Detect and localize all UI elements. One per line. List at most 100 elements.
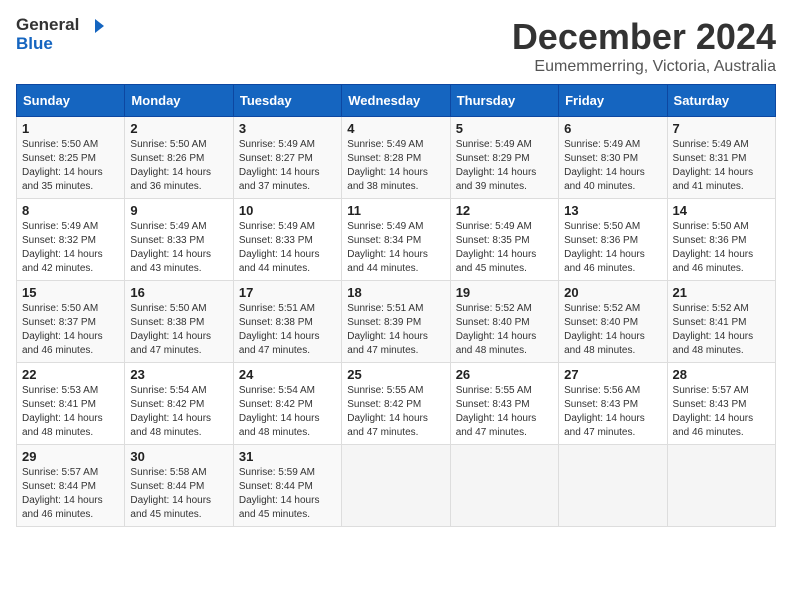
day-number: 26 (456, 367, 553, 382)
day-number: 23 (130, 367, 227, 382)
day-number: 2 (130, 121, 227, 136)
day-detail: Sunrise: 5:49 AM Sunset: 8:35 PM Dayligh… (456, 220, 553, 276)
logo-bird-icon (86, 17, 104, 35)
day-number: 17 (239, 285, 336, 300)
day-detail: Sunrise: 5:49 AM Sunset: 8:33 PM Dayligh… (130, 220, 227, 276)
day-cell-20: 20 Sunrise: 5:52 AM Sunset: 8:40 PM Dayl… (559, 281, 667, 363)
calendar-week-row: 15 Sunrise: 5:50 AM Sunset: 8:37 PM Dayl… (17, 281, 776, 363)
day-cell-27: 27 Sunrise: 5:56 AM Sunset: 8:43 PM Dayl… (559, 363, 667, 445)
day-cell-25: 25 Sunrise: 5:55 AM Sunset: 8:42 PM Dayl… (342, 363, 450, 445)
day-number: 3 (239, 121, 336, 136)
day-detail: Sunrise: 5:55 AM Sunset: 8:42 PM Dayligh… (347, 384, 444, 440)
day-cell-24: 24 Sunrise: 5:54 AM Sunset: 8:42 PM Dayl… (233, 363, 341, 445)
day-number: 7 (673, 121, 770, 136)
day-number: 13 (564, 203, 661, 218)
day-cell-5: 5 Sunrise: 5:49 AM Sunset: 8:29 PM Dayli… (450, 117, 558, 199)
day-number: 10 (239, 203, 336, 218)
day-cell-9: 9 Sunrise: 5:49 AM Sunset: 8:33 PM Dayli… (125, 199, 233, 281)
header-monday: Monday (125, 85, 233, 117)
day-cell-19: 19 Sunrise: 5:52 AM Sunset: 8:40 PM Dayl… (450, 281, 558, 363)
calendar-week-row: 22 Sunrise: 5:53 AM Sunset: 8:41 PM Dayl… (17, 363, 776, 445)
day-detail: Sunrise: 5:59 AM Sunset: 8:44 PM Dayligh… (239, 466, 336, 522)
day-number: 22 (22, 367, 119, 382)
day-detail: Sunrise: 5:49 AM Sunset: 8:29 PM Dayligh… (456, 138, 553, 194)
header-sunday: Sunday (17, 85, 125, 117)
day-number: 16 (130, 285, 227, 300)
day-cell-21: 21 Sunrise: 5:52 AM Sunset: 8:41 PM Dayl… (667, 281, 775, 363)
logo-wordmark: General Blue (16, 16, 104, 53)
day-number: 20 (564, 285, 661, 300)
empty-cell (450, 445, 558, 527)
day-cell-10: 10 Sunrise: 5:49 AM Sunset: 8:33 PM Dayl… (233, 199, 341, 281)
day-number: 6 (564, 121, 661, 136)
logo[interactable]: General Blue (16, 16, 104, 53)
day-detail: Sunrise: 5:56 AM Sunset: 8:43 PM Dayligh… (564, 384, 661, 440)
day-cell-18: 18 Sunrise: 5:51 AM Sunset: 8:39 PM Dayl… (342, 281, 450, 363)
day-cell-7: 7 Sunrise: 5:49 AM Sunset: 8:31 PM Dayli… (667, 117, 775, 199)
calendar-title: December 2024 (512, 16, 776, 58)
day-cell-22: 22 Sunrise: 5:53 AM Sunset: 8:41 PM Dayl… (17, 363, 125, 445)
day-detail: Sunrise: 5:50 AM Sunset: 8:36 PM Dayligh… (564, 220, 661, 276)
day-number: 29 (22, 449, 119, 464)
day-number: 4 (347, 121, 444, 136)
header-wednesday: Wednesday (342, 85, 450, 117)
day-number: 25 (347, 367, 444, 382)
day-cell-23: 23 Sunrise: 5:54 AM Sunset: 8:42 PM Dayl… (125, 363, 233, 445)
calendar-table: Sunday Monday Tuesday Wednesday Thursday… (16, 84, 776, 527)
day-detail: Sunrise: 5:52 AM Sunset: 8:41 PM Dayligh… (673, 302, 770, 358)
day-number: 30 (130, 449, 227, 464)
day-cell-8: 8 Sunrise: 5:49 AM Sunset: 8:32 PM Dayli… (17, 199, 125, 281)
day-number: 11 (347, 203, 444, 218)
day-cell-4: 4 Sunrise: 5:49 AM Sunset: 8:28 PM Dayli… (342, 117, 450, 199)
day-cell-29: 29 Sunrise: 5:57 AM Sunset: 8:44 PM Dayl… (17, 445, 125, 527)
day-detail: Sunrise: 5:50 AM Sunset: 8:26 PM Dayligh… (130, 138, 227, 194)
day-detail: Sunrise: 5:49 AM Sunset: 8:33 PM Dayligh… (239, 220, 336, 276)
header-tuesday: Tuesday (233, 85, 341, 117)
day-detail: Sunrise: 5:49 AM Sunset: 8:34 PM Dayligh… (347, 220, 444, 276)
day-number: 8 (22, 203, 119, 218)
day-number: 27 (564, 367, 661, 382)
empty-cell (559, 445, 667, 527)
calendar-subtitle: Eumemmerring, Victoria, Australia (512, 58, 776, 76)
day-cell-15: 15 Sunrise: 5:50 AM Sunset: 8:37 PM Dayl… (17, 281, 125, 363)
day-number: 5 (456, 121, 553, 136)
day-detail: Sunrise: 5:55 AM Sunset: 8:43 PM Dayligh… (456, 384, 553, 440)
day-detail: Sunrise: 5:54 AM Sunset: 8:42 PM Dayligh… (239, 384, 336, 440)
day-number: 19 (456, 285, 553, 300)
day-detail: Sunrise: 5:49 AM Sunset: 8:27 PM Dayligh… (239, 138, 336, 194)
day-number: 28 (673, 367, 770, 382)
day-number: 1 (22, 121, 119, 136)
header-thursday: Thursday (450, 85, 558, 117)
day-detail: Sunrise: 5:53 AM Sunset: 8:41 PM Dayligh… (22, 384, 119, 440)
day-detail: Sunrise: 5:51 AM Sunset: 8:38 PM Dayligh… (239, 302, 336, 358)
day-cell-16: 16 Sunrise: 5:50 AM Sunset: 8:38 PM Dayl… (125, 281, 233, 363)
days-header-row: Sunday Monday Tuesday Wednesday Thursday… (17, 85, 776, 117)
calendar-week-row: 1 Sunrise: 5:50 AM Sunset: 8:25 PM Dayli… (17, 117, 776, 199)
day-number: 18 (347, 285, 444, 300)
day-cell-30: 30 Sunrise: 5:58 AM Sunset: 8:44 PM Dayl… (125, 445, 233, 527)
day-number: 24 (239, 367, 336, 382)
day-cell-11: 11 Sunrise: 5:49 AM Sunset: 8:34 PM Dayl… (342, 199, 450, 281)
calendar-week-row: 29 Sunrise: 5:57 AM Sunset: 8:44 PM Dayl… (17, 445, 776, 527)
day-cell-2: 2 Sunrise: 5:50 AM Sunset: 8:26 PM Dayli… (125, 117, 233, 199)
day-number: 31 (239, 449, 336, 464)
day-detail: Sunrise: 5:54 AM Sunset: 8:42 PM Dayligh… (130, 384, 227, 440)
day-detail: Sunrise: 5:52 AM Sunset: 8:40 PM Dayligh… (456, 302, 553, 358)
day-detail: Sunrise: 5:50 AM Sunset: 8:38 PM Dayligh… (130, 302, 227, 358)
logo-general: General (16, 15, 79, 34)
day-detail: Sunrise: 5:50 AM Sunset: 8:25 PM Dayligh… (22, 138, 119, 194)
day-number: 15 (22, 285, 119, 300)
day-cell-3: 3 Sunrise: 5:49 AM Sunset: 8:27 PM Dayli… (233, 117, 341, 199)
day-number: 21 (673, 285, 770, 300)
day-detail: Sunrise: 5:50 AM Sunset: 8:36 PM Dayligh… (673, 220, 770, 276)
day-detail: Sunrise: 5:57 AM Sunset: 8:44 PM Dayligh… (22, 466, 119, 522)
header-saturday: Saturday (667, 85, 775, 117)
day-cell-13: 13 Sunrise: 5:50 AM Sunset: 8:36 PM Dayl… (559, 199, 667, 281)
day-cell-26: 26 Sunrise: 5:55 AM Sunset: 8:43 PM Dayl… (450, 363, 558, 445)
calendar-week-row: 8 Sunrise: 5:49 AM Sunset: 8:32 PM Dayli… (17, 199, 776, 281)
day-detail: Sunrise: 5:49 AM Sunset: 8:28 PM Dayligh… (347, 138, 444, 194)
day-cell-17: 17 Sunrise: 5:51 AM Sunset: 8:38 PM Dayl… (233, 281, 341, 363)
day-cell-28: 28 Sunrise: 5:57 AM Sunset: 8:43 PM Dayl… (667, 363, 775, 445)
day-detail: Sunrise: 5:49 AM Sunset: 8:30 PM Dayligh… (564, 138, 661, 194)
day-detail: Sunrise: 5:49 AM Sunset: 8:32 PM Dayligh… (22, 220, 119, 276)
